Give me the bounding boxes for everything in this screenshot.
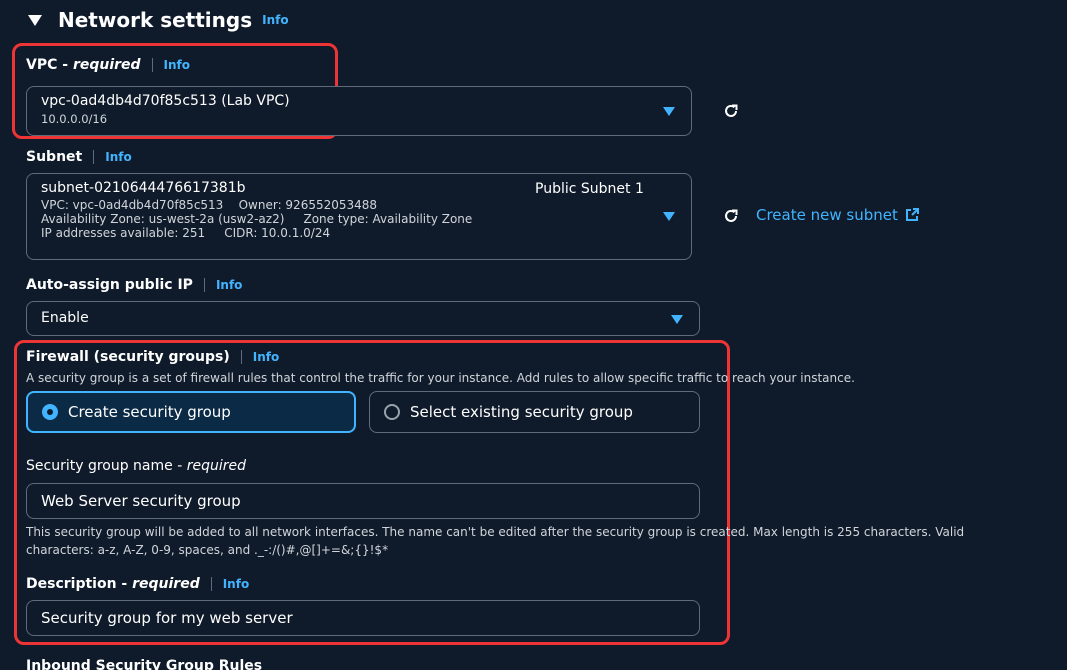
dropdown-arrow-icon xyxy=(663,212,675,221)
section-title: Network settings xyxy=(58,8,253,32)
vpc-value: vpc-0ad4db4d70f85c513 (Lab VPC) xyxy=(41,93,290,109)
sg-name-help-1: This security group will be added to all… xyxy=(26,525,965,539)
subnet-label: Subnet Info xyxy=(26,149,132,165)
dropdown-arrow-icon xyxy=(671,315,683,324)
description-info-link[interactable]: Info xyxy=(223,577,249,591)
create-subnet-label: Create new subnet xyxy=(756,206,898,224)
auto-ip-select[interactable]: Enable xyxy=(26,301,700,336)
sg-name-value: Web Server security group xyxy=(41,492,241,510)
inbound-rules-heading: Inbound Security Group Rules xyxy=(26,658,263,670)
vpc-cidr: 10.0.0.0/16 xyxy=(41,112,108,126)
description-input[interactable]: Security group for my web server xyxy=(26,600,700,636)
sg-name-label: Security group name - required xyxy=(26,458,246,474)
firewall-description: A security group is a set of firewall ru… xyxy=(26,371,855,385)
select-existing-sg-label: Select existing security group xyxy=(410,403,633,421)
subnet-vpc: VPC: vpc-0ad4db4d70f85c513 xyxy=(41,198,224,212)
external-link-icon xyxy=(905,208,919,221)
refresh-icon[interactable] xyxy=(721,101,741,121)
create-subnet-link[interactable]: Create new subnet xyxy=(756,206,920,224)
subnet-info-link[interactable]: Info xyxy=(105,150,131,164)
vpc-select[interactable]: vpc-0ad4db4d70f85c513 (Lab VPC) 10.0.0.0… xyxy=(26,86,692,136)
vpc-info-link[interactable]: Info xyxy=(164,58,190,72)
firewall-label: Firewall (security groups) Info xyxy=(26,349,280,365)
firewall-info-link[interactable]: Info xyxy=(253,350,279,364)
subnet-zone-type: Zone type: Availability Zone xyxy=(303,212,473,226)
sg-name-input[interactable]: Web Server security group xyxy=(26,483,700,519)
description-label: Description - required Info xyxy=(26,576,250,592)
dropdown-arrow-icon xyxy=(663,107,675,116)
auto-ip-value: Enable xyxy=(41,310,89,326)
subnet-name: Public Subnet 1 xyxy=(535,181,644,197)
vpc-label: VPC - required Info xyxy=(26,57,191,73)
select-existing-sg-option[interactable]: Select existing security group xyxy=(369,391,700,433)
radio-unselected-icon xyxy=(384,404,400,420)
subnet-cidr: CIDR: 10.0.1.0/24 xyxy=(224,226,331,240)
description-value: Security group for my web server xyxy=(41,609,293,627)
subnet-ips: IP addresses available: 251 xyxy=(41,226,206,240)
auto-ip-label: Auto-assign public IP Info xyxy=(26,277,243,293)
subnet-select[interactable]: subnet-0210644476617381b Public Subnet 1… xyxy=(26,173,692,260)
sg-name-help-2: characters: a-z, A-Z, 0-9, spaces, and .… xyxy=(26,543,389,557)
caret-down-icon[interactable] xyxy=(28,14,42,26)
subnet-az: Availability Zone: us-west-2a (usw2-az2) xyxy=(41,212,285,226)
subnet-owner: Owner: 926552053488 xyxy=(238,198,378,212)
create-sg-label: Create security group xyxy=(68,403,231,421)
refresh-icon[interactable] xyxy=(721,206,741,226)
section-header[interactable]: Network settings Info xyxy=(28,8,289,32)
auto-ip-info-link[interactable]: Info xyxy=(216,278,242,292)
create-sg-option[interactable]: Create security group xyxy=(26,391,356,433)
section-info-link[interactable]: Info xyxy=(262,13,288,27)
radio-selected-icon xyxy=(42,404,58,420)
